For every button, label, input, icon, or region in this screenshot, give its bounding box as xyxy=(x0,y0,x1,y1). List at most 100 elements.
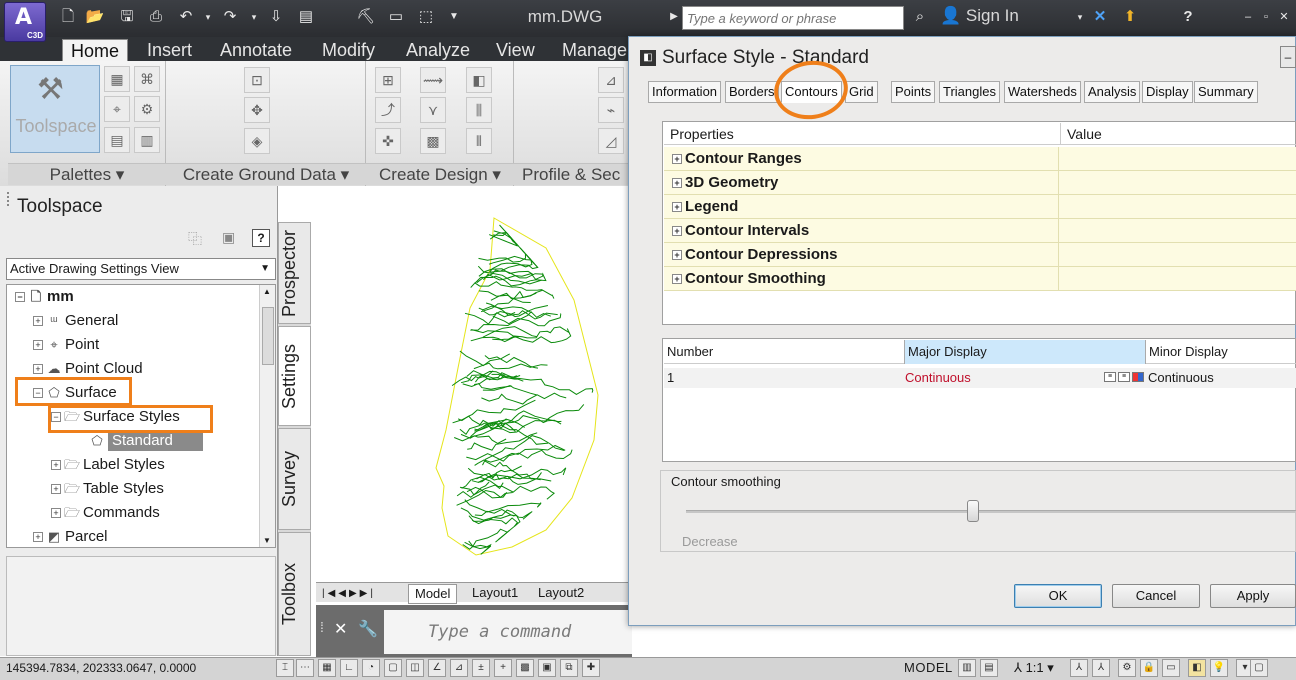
col-major-display[interactable]: Major Display xyxy=(904,340,1146,364)
table-row[interactable]: 1 Continuous ≡ ≡ Continuous xyxy=(664,368,1296,388)
tab-settings[interactable]: Settings xyxy=(278,326,311,426)
expand-icon[interactable]: + xyxy=(33,532,43,543)
infer-constraints-icon[interactable]: ⌶ xyxy=(276,659,294,677)
panel-title-profile-section[interactable]: Profile & Sec xyxy=(514,163,628,185)
scroll-down-icon[interactable]: ▼ xyxy=(263,536,271,545)
isolate-objects-icon[interactable]: ◧ xyxy=(1188,659,1206,677)
prospector-palette-icon[interactable]: ▦ xyxy=(104,66,130,92)
tab-layout2[interactable]: Layout2 xyxy=(532,584,590,602)
otrack-icon[interactable]: ∠ xyxy=(428,659,446,677)
quick-view-drawings-icon[interactable]: ▤ xyxy=(980,659,998,677)
import-icon[interactable]: ⇩ xyxy=(266,7,286,27)
ortho-icon[interactable]: ∟ xyxy=(340,659,358,677)
search-expand-icon[interactable]: ▶ xyxy=(664,7,684,27)
annotation-monitor-icon[interactable]: ✚ xyxy=(582,659,600,677)
lineweight-icon[interactable]: + xyxy=(494,659,512,677)
apply-button[interactable]: Apply xyxy=(1210,584,1296,608)
close-app-icon[interactable]: ✕ xyxy=(1274,7,1294,27)
toolspace-option-icon[interactable]: ⿻ xyxy=(188,229,202,249)
tab-annotate[interactable]: Annotate xyxy=(220,39,292,61)
tab-points[interactable]: Points xyxy=(891,81,936,103)
toolspace-button[interactable]: ⚒ Toolspace xyxy=(10,65,100,153)
sign-in-dropdown-icon[interactable]: ▾ xyxy=(1070,7,1090,27)
linetype-icon[interactable]: ≡ xyxy=(1104,372,1116,382)
expand-icon[interactable]: + xyxy=(33,340,43,351)
ok-button[interactable]: OK xyxy=(1014,584,1102,608)
dialog-minimize-icon[interactable]: – xyxy=(1280,46,1296,68)
expand-icon[interactable]: + xyxy=(51,508,61,519)
tab-insert[interactable]: Insert xyxy=(147,39,192,61)
customize-command-icon[interactable]: 🔧 xyxy=(358,619,378,639)
tab-triangles[interactable]: Triangles xyxy=(939,81,1000,103)
tool-palette-icon[interactable]: ▥ xyxy=(134,127,160,153)
scroll-up-icon[interactable]: ▲ xyxy=(263,287,271,296)
feature-line-icon[interactable]: ⟿ xyxy=(420,67,446,93)
dyn-icon[interactable]: ± xyxy=(472,659,490,677)
settings-palette-icon[interactable]: ⌘ xyxy=(134,66,160,92)
expand-icon[interactable]: + xyxy=(33,316,43,327)
property-row-contour-intervals[interactable]: + Contour Intervals xyxy=(664,219,1296,243)
tab-borders[interactable]: Borders xyxy=(725,81,779,103)
toolbox-palette-icon[interactable]: ⚙ xyxy=(134,96,160,122)
workspace-icon[interactable]: ▭ xyxy=(386,7,406,27)
tab-watersheds[interactable]: Watersheds xyxy=(1004,81,1081,103)
layout-nav-icons[interactable]: |◀◀▶▶| xyxy=(322,585,376,603)
expand-icon[interactable]: + xyxy=(33,364,43,375)
close-command-icon[interactable]: ✕ xyxy=(334,619,347,639)
points-icon[interactable]: ✥ xyxy=(244,97,270,123)
osnap-icon[interactable]: ▢ xyxy=(384,659,402,677)
tree-root[interactable]: − 🗋 mm xyxy=(7,285,275,309)
alignment-icon[interactable]: ⤴ xyxy=(375,97,401,123)
toolspace-view-icon[interactable]: ▣ xyxy=(222,229,235,246)
exchange-icon[interactable]: ✕ xyxy=(1090,7,1110,27)
tree-item-label-styles[interactable]: + 🗁 Label Styles xyxy=(7,453,275,477)
tree-item-table-styles[interactable]: + 🗁 Table Styles xyxy=(7,477,275,501)
restore-icon[interactable]: ▫ xyxy=(1256,7,1276,27)
color-swatch-icon[interactable] xyxy=(1132,372,1144,382)
quick-properties-icon[interactable]: ▣ xyxy=(538,659,556,677)
search-input[interactable] xyxy=(682,6,904,30)
minimize-icon[interactable]: – xyxy=(1238,7,1258,27)
expand-icon[interactable]: + xyxy=(672,178,682,189)
tab-home[interactable]: Home xyxy=(62,39,129,61)
panel-title-create-ground-data[interactable]: Create Ground Data ▾ xyxy=(166,163,366,185)
assembly-icon[interactable]: ▩ xyxy=(420,128,446,154)
tab-analysis[interactable]: Analysis xyxy=(1084,81,1141,103)
panel-title-palettes[interactable]: Palettes ▾ xyxy=(8,163,166,185)
tab-grid[interactable]: Grid xyxy=(845,81,878,103)
tree-item-parcel[interactable]: + ◩ Parcel xyxy=(7,525,275,547)
tab-display[interactable]: Display xyxy=(1142,81,1193,103)
corridor-icon[interactable]: ⫼ xyxy=(466,97,492,123)
property-row-contour-smoothing[interactable]: + Contour Smoothing xyxy=(664,267,1296,291)
expand-icon[interactable]: + xyxy=(672,274,682,285)
grip-icon[interactable]: ⁞ xyxy=(320,619,324,635)
tab-view[interactable]: View xyxy=(496,39,535,61)
undo-icon[interactable]: ↶ xyxy=(176,7,196,27)
tab-modify[interactable]: Modify xyxy=(322,39,375,61)
palette-grip-icon[interactable] xyxy=(7,192,12,206)
row-major-display[interactable]: Continuous xyxy=(905,368,971,388)
command-input[interactable]: Type a command xyxy=(384,610,632,654)
ducs-icon[interactable]: ⊿ xyxy=(450,659,468,677)
application-menu-button[interactable]: A C3D xyxy=(4,2,46,42)
select-icon[interactable]: ⬚ xyxy=(416,7,436,27)
tab-information[interactable]: Information xyxy=(648,81,722,103)
redo-icon[interactable]: ↷ xyxy=(220,7,240,27)
property-row-3d-geometry[interactable]: +3D Geometry xyxy=(664,171,1296,195)
print-icon[interactable]: ⎙ xyxy=(146,7,166,27)
property-row-legend[interactable]: + Legend xyxy=(664,195,1296,219)
smoothing-slider-track[interactable] xyxy=(686,510,1296,513)
tree-scrollbar[interactable]: ▲ ▼ xyxy=(259,285,275,547)
expand-icon[interactable]: + xyxy=(672,154,682,165)
update-icon[interactable]: ⬆ xyxy=(1120,7,1140,27)
lightbulb-icon[interactable]: 💡 xyxy=(1210,659,1228,677)
snap-icon[interactable]: ⋯ xyxy=(296,659,314,677)
intersection-icon[interactable]: ✜ xyxy=(375,128,401,154)
tab-survey[interactable]: Survey xyxy=(278,428,311,530)
tab-manage[interactable]: Manage xyxy=(562,39,627,61)
sign-in-link[interactable]: 👤 Sign In xyxy=(940,6,1019,26)
expand-icon[interactable]: + xyxy=(672,202,682,213)
annotation-visibility-icon[interactable]: ⅄ xyxy=(1070,659,1088,677)
tab-layout1[interactable]: Layout1 xyxy=(466,584,524,602)
scroll-thumb[interactable] xyxy=(262,307,274,365)
